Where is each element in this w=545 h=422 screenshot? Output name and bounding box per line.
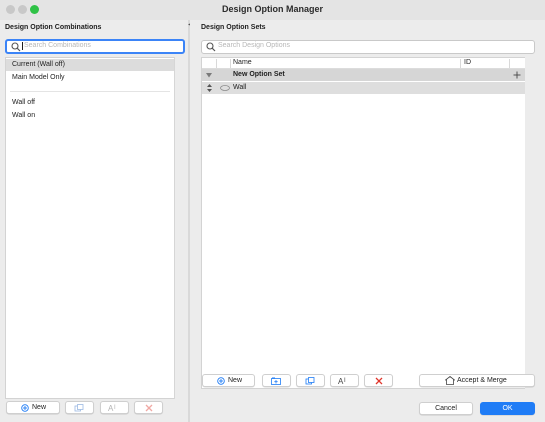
search-icon [11,42,21,52]
text-cursor [22,42,23,50]
column-divider [509,59,510,68]
new-combination-button[interactable]: New [6,401,60,414]
combinations-list: Current (Wall off) Main Model Only Wall … [5,57,175,399]
combinations-scrollbar[interactable] [174,57,183,399]
delete-x-icon [375,377,382,384]
ok-label: OK [502,405,513,412]
new-option-set-button[interactable] [262,374,291,387]
rename-icon: A I [108,404,116,412]
svg-text:I: I [114,405,116,411]
combinations-pane: Design Option Combinations Search Combin… [0,20,188,422]
combinations-heading: Design Option Combinations [5,24,102,31]
option-sets-table: Name ID New Option Set Wall [201,57,526,389]
table-header: Name ID [202,58,525,69]
list-item-label: Wall off [12,99,35,106]
duplicate-icon [74,403,84,411]
rename-icon: A I [338,377,346,385]
title-bar: Design Option Manager [0,0,545,21]
svg-text:I: I [344,378,346,384]
duplicate-icon [305,376,315,384]
duplicate-option-button[interactable] [296,374,325,387]
option-sets-gutter [525,57,533,389]
search-combinations-placeholder: Search Combinations [24,42,91,49]
option-sets-heading: Design Option Sets [201,24,266,31]
list-item-main-model-only[interactable]: Main Model Only [6,72,174,84]
delete-combination-button[interactable] [134,401,163,414]
column-header-name[interactable]: Name [233,59,252,66]
ok-button[interactable]: OK [480,402,535,415]
list-item-wall-on[interactable]: Wall on [6,110,174,122]
list-separator [10,91,170,92]
column-divider [216,59,217,68]
option-row[interactable]: Wall [202,82,525,94]
new-option-button[interactable]: New [202,374,255,387]
folder-icon [271,377,281,385]
option-sets-pane: Design Option Sets Search Design Options… [190,20,545,422]
plus-circle-icon [217,376,225,385]
column-header-id[interactable]: ID [464,59,471,66]
eye-icon[interactable] [220,85,230,91]
search-design-options-placeholder: Search Design Options [218,42,290,49]
house-icon [445,376,455,385]
add-set-icon[interactable] [513,71,521,79]
cancel-label: Cancel [435,405,457,412]
search-combinations-input[interactable]: Search Combinations [5,39,185,54]
list-item-label: Main Model Only [12,74,65,81]
list-item-wall-off[interactable]: Wall off [6,97,174,109]
delete-x-icon [145,404,152,411]
design-option-manager-window: Design Option Manager Design Option Comb… [0,0,545,422]
column-divider [230,59,231,68]
new-button-label: New [228,377,243,384]
column-divider [460,59,461,68]
window-title: Design Option Manager [221,4,323,14]
search-icon [206,42,216,52]
triangle-down-icon[interactable] [206,73,212,78]
cancel-button[interactable]: Cancel [419,402,473,415]
up-down-arrows-icon[interactable] [207,84,212,92]
search-design-options-input[interactable]: Search Design Options [201,40,535,54]
option-set-label: New Option Set [233,71,285,78]
plus-circle-icon [21,403,29,412]
new-button-label: New [32,404,47,411]
list-item-label: Wall on [12,112,36,119]
accept-merge-label: Accept & Merge [457,377,507,384]
option-set-row[interactable]: New Option Set [202,69,525,81]
rename-combination-button[interactable]: A I [100,401,129,414]
rename-option-button[interactable]: A I [330,374,359,387]
list-item-label: Current (Wall off) [12,61,65,68]
delete-option-button[interactable] [364,374,393,387]
list-item-current-wall-off[interactable]: Current (Wall off) [6,59,174,71]
accept-and-merge-button[interactable]: Accept & Merge [419,374,535,387]
option-label: Wall [233,84,247,91]
duplicate-combination-button[interactable] [65,401,94,414]
